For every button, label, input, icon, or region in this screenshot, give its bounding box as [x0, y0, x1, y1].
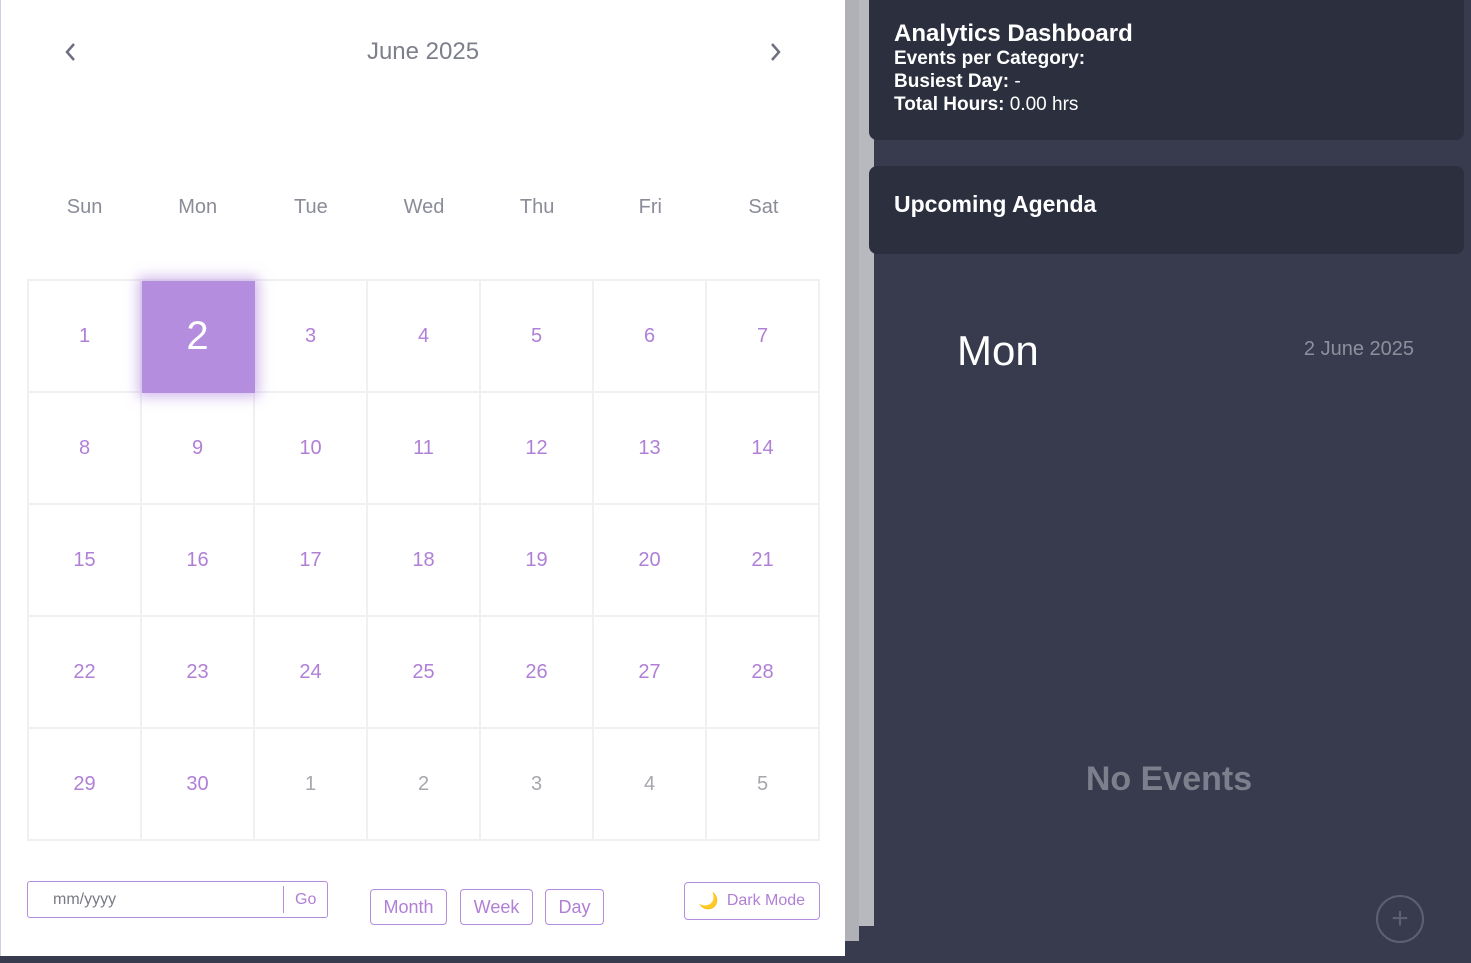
total-hours: Total Hours: 0.00 hrs — [894, 94, 1078, 116]
day-cell[interactable]: 20 — [594, 505, 707, 617]
month-title: June 2025 — [366, 38, 480, 65]
day-cell[interactable]: 29 — [29, 729, 142, 841]
chevron-right-icon — [771, 43, 781, 61]
day-cell[interactable]: 12 — [481, 393, 594, 505]
weekday-label: Mon — [178, 196, 218, 218]
analytics-title: Analytics Dashboard — [894, 20, 1133, 47]
events-per-category-label: Events per Category: — [894, 48, 1086, 69]
day-cell[interactable]: 5 — [707, 729, 820, 841]
calendar-day-grid: 1 2 3 4 5 6 7 8 9 10 11 12 13 14 15 16 17 18 19 20 21 22 23 24 2… — [27, 279, 820, 841]
day-cell[interactable]: 15 — [29, 505, 142, 617]
day-cell[interactable]: 28 — [707, 617, 820, 729]
prev-month-button[interactable] — [57, 32, 85, 72]
weekday-label: Tue — [293, 196, 328, 218]
day-cell[interactable]: 17 — [255, 505, 368, 617]
total-hours-label: Total Hours: — [894, 94, 1005, 115]
selected-day-date: 2 June 2025 — [1303, 338, 1414, 360]
day-cell[interactable]: 25 — [368, 617, 481, 729]
weekday-label: Sun — [66, 196, 103, 218]
upcoming-agenda-panel: Upcoming Agenda — [869, 166, 1464, 254]
day-cell[interactable]: 18 — [368, 505, 481, 617]
day-cell[interactable]: 21 — [707, 505, 820, 617]
chevron-left-icon — [65, 43, 75, 61]
weekday-label: Wed — [403, 196, 445, 218]
agenda-title: Upcoming Agenda — [894, 191, 1097, 217]
day-cell[interactable]: 13 — [594, 393, 707, 505]
day-cell[interactable]: 10 — [255, 393, 368, 505]
day-cell[interactable]: 3 — [481, 729, 594, 841]
busiest-day-label: Busiest Day: — [894, 71, 1010, 92]
day-cell[interactable]: 4 — [594, 729, 707, 841]
goto-date-form: Go — [27, 881, 328, 918]
day-cell[interactable]: 14 — [707, 393, 820, 505]
calendar-card: June 2025 Sun Mon Tue Wed Thu Fri Sat 12… — [0, 0, 845, 956]
busiest-day: Busiest Day: - — [894, 71, 1021, 93]
day-cell[interactable]: 1 — [29, 281, 142, 393]
plus-icon: + — [1391, 902, 1409, 935]
month-view-button[interactable]: Month — [370, 889, 447, 925]
day-cell[interactable]: 26 — [481, 617, 594, 729]
moon-icon: 🌙 — [698, 893, 719, 910]
day-cell[interactable]: 24 — [255, 617, 368, 729]
day-cell[interactable]: 1 — [255, 729, 368, 841]
day-cell[interactable]: 22 — [29, 617, 142, 729]
day-cell[interactable]: 9 — [142, 393, 255, 505]
weekday-label: Thu — [519, 196, 555, 218]
next-month-button[interactable] — [761, 32, 789, 72]
day-cell[interactable]: 30 — [142, 729, 255, 841]
goto-button[interactable]: Go — [283, 886, 327, 913]
analytics-panel: Analytics Dashboard Events per Category:… — [869, 0, 1464, 140]
dark-mode-toggle[interactable]: 🌙 Dark Mode — [684, 882, 820, 920]
calendar-header: June 2025 — [1, 22, 845, 82]
day-cell[interactable]: 23 — [142, 617, 255, 729]
day-cell-selected[interactable]: 2 — [142, 281, 255, 393]
day-cell[interactable]: 8 — [29, 393, 142, 505]
events-per-category: Events per Category: — [894, 48, 1085, 70]
weekday-label: Fri — [638, 196, 662, 218]
selected-day-name: Mon — [957, 327, 1039, 374]
day-cell[interactable]: 2 — [368, 729, 481, 841]
day-cell[interactable]: 19 — [481, 505, 594, 617]
day-cell[interactable]: 16 — [142, 505, 255, 617]
week-view-button[interactable]: Week — [460, 889, 533, 925]
weekday-label: Sat — [748, 196, 779, 218]
weekday-header-row: Sun Mon Tue Wed Thu Fri Sat — [28, 196, 820, 226]
no-events-message: No Events — [1085, 760, 1253, 798]
add-event-button[interactable]: + — [1376, 895, 1424, 943]
day-cell[interactable]: 4 — [368, 281, 481, 393]
day-cell[interactable]: 3 — [255, 281, 368, 393]
total-hours-value: 0.00 hrs — [1009, 94, 1079, 115]
day-cell[interactable]: 7 — [707, 281, 820, 393]
day-cell[interactable]: 27 — [594, 617, 707, 729]
day-cell[interactable]: 5 — [481, 281, 594, 393]
dark-mode-label: Dark Mode — [726, 892, 806, 909]
day-cell[interactable]: 6 — [594, 281, 707, 393]
goto-date-input[interactable] — [28, 882, 284, 917]
day-cell[interactable]: 11 — [368, 393, 481, 505]
day-view-button[interactable]: Day — [545, 889, 604, 925]
busiest-day-value: - — [1014, 71, 1021, 92]
